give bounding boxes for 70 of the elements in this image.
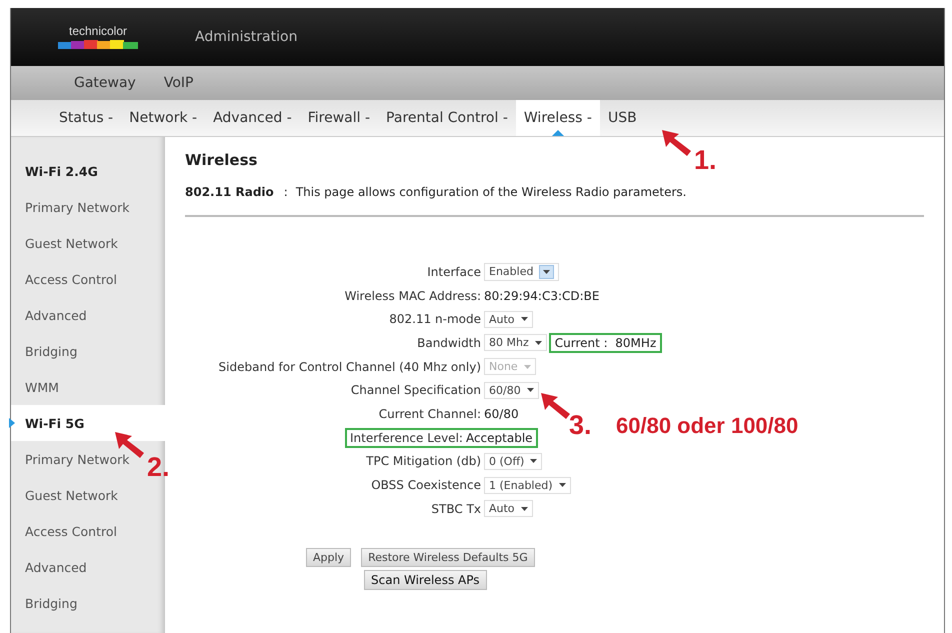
sidebar-item[interactable]: Access Control: [11, 513, 121, 549]
sidebar-item[interactable]: WMM: [11, 369, 63, 405]
field-label: 802.11 n-mode: [388, 312, 481, 326]
sidebar-item[interactable]: Advanced: [11, 297, 91, 333]
nav-tab[interactable]: Advanced -: [205, 100, 300, 136]
nav-tab[interactable]: Firewall -: [300, 100, 378, 136]
caret-icon: [539, 264, 554, 279]
nav-tab[interactable]: Gateway: [64, 75, 146, 91]
dropdown: None: [484, 358, 536, 376]
nav-tab[interactable]: Network -: [121, 100, 206, 136]
dropdown[interactable]: 1 (Enabled): [484, 476, 571, 494]
dropdown[interactable]: 80 Mhz: [484, 334, 547, 352]
dropdown[interactable]: 60/80: [484, 382, 539, 399]
caret-icon: [526, 388, 534, 392]
sidebar-heading[interactable]: Wi-Fi 5G: [11, 405, 165, 441]
nav-tab[interactable]: Parental Control -: [378, 100, 516, 136]
field-label: Bandwidth: [416, 336, 481, 350]
description-text: This page allows configuration of the Wireless Radio parameters.: [296, 185, 686, 199]
sidebar-item[interactable]: Bridging: [11, 585, 82, 621]
field-label: STBC Tx: [430, 502, 481, 516]
field-label: Current Channel:: [378, 406, 481, 421]
annotation-arrow-icon: [662, 130, 692, 156]
field-value: 60/80: [484, 406, 519, 421]
sidebar-item[interactable]: Guest Network: [11, 225, 122, 261]
sidebar-item[interactable]: Guest Network: [11, 477, 122, 513]
sidebar-item[interactable]: Primary Network: [11, 441, 134, 477]
dropdown[interactable]: 0 (Off): [484, 452, 542, 470]
field-label: OBSS Coexistence: [370, 478, 481, 492]
nav-tab[interactable]: VoIP: [154, 75, 204, 91]
annotation-note: 60/80 oder 100/80: [616, 413, 798, 439]
dropdown[interactable]: Enabled: [484, 262, 560, 281]
caret-icon: [520, 506, 528, 511]
action-button[interactable]: Apply: [306, 548, 352, 567]
sidebar-item[interactable]: Bridging: [11, 333, 82, 369]
page-title: Wireless: [185, 151, 258, 169]
field-label: Channel Specification: [350, 383, 481, 398]
field-value: 80:29:94:C3:CD:BE: [484, 288, 600, 303]
pointer-icon: [9, 418, 15, 428]
field-value: Acceptable: [466, 430, 533, 445]
sidebar-item[interactable]: Advanced: [11, 549, 91, 585]
logo: technicolor: [57, 24, 139, 50]
caret-icon: [524, 364, 531, 369]
step-number: 2.: [147, 452, 170, 483]
sidebar-heading[interactable]: Wi-Fi 2.4G: [11, 153, 102, 189]
sidebar-item[interactable]: Primary Network: [11, 189, 134, 225]
action-button[interactable]: Scan Wireless APs: [364, 570, 486, 590]
field-label: TPC Mitigation (db): [365, 454, 481, 468]
caret-icon: [534, 340, 542, 345]
section-label: 802.11 Radio: [185, 185, 274, 199]
caret-icon: [520, 317, 528, 322]
nav-tab[interactable]: Status -: [51, 100, 122, 136]
dropdown[interactable]: Auto: [484, 310, 533, 328]
dropdown[interactable]: Auto: [484, 500, 533, 518]
header-title: Administration: [195, 29, 298, 45]
sidebar-item[interactable]: Access Control: [11, 261, 121, 297]
field-label: Sideband for Control Channel (40 Mhz only): [218, 360, 481, 374]
caret-icon: [558, 483, 566, 488]
field-label: Wireless MAC Address:: [344, 288, 481, 303]
field-label: Interface: [426, 264, 481, 279]
step-number: 3.: [569, 410, 592, 441]
nav-tab[interactable]: Wireless -: [516, 100, 600, 136]
step-number: 1.: [694, 145, 717, 176]
action-button[interactable]: Restore Wireless Defaults 5G: [361, 548, 535, 567]
current-value: Current : 80MHz: [548, 332, 662, 353]
annotation-arrow-icon: [541, 393, 571, 419]
nav-tab[interactable]: USB: [600, 100, 645, 136]
pointer-icon: [552, 130, 564, 136]
caret-icon: [530, 459, 538, 464]
field-label: Interference Level:: [350, 430, 463, 445]
separator-colon: :: [284, 185, 288, 199]
